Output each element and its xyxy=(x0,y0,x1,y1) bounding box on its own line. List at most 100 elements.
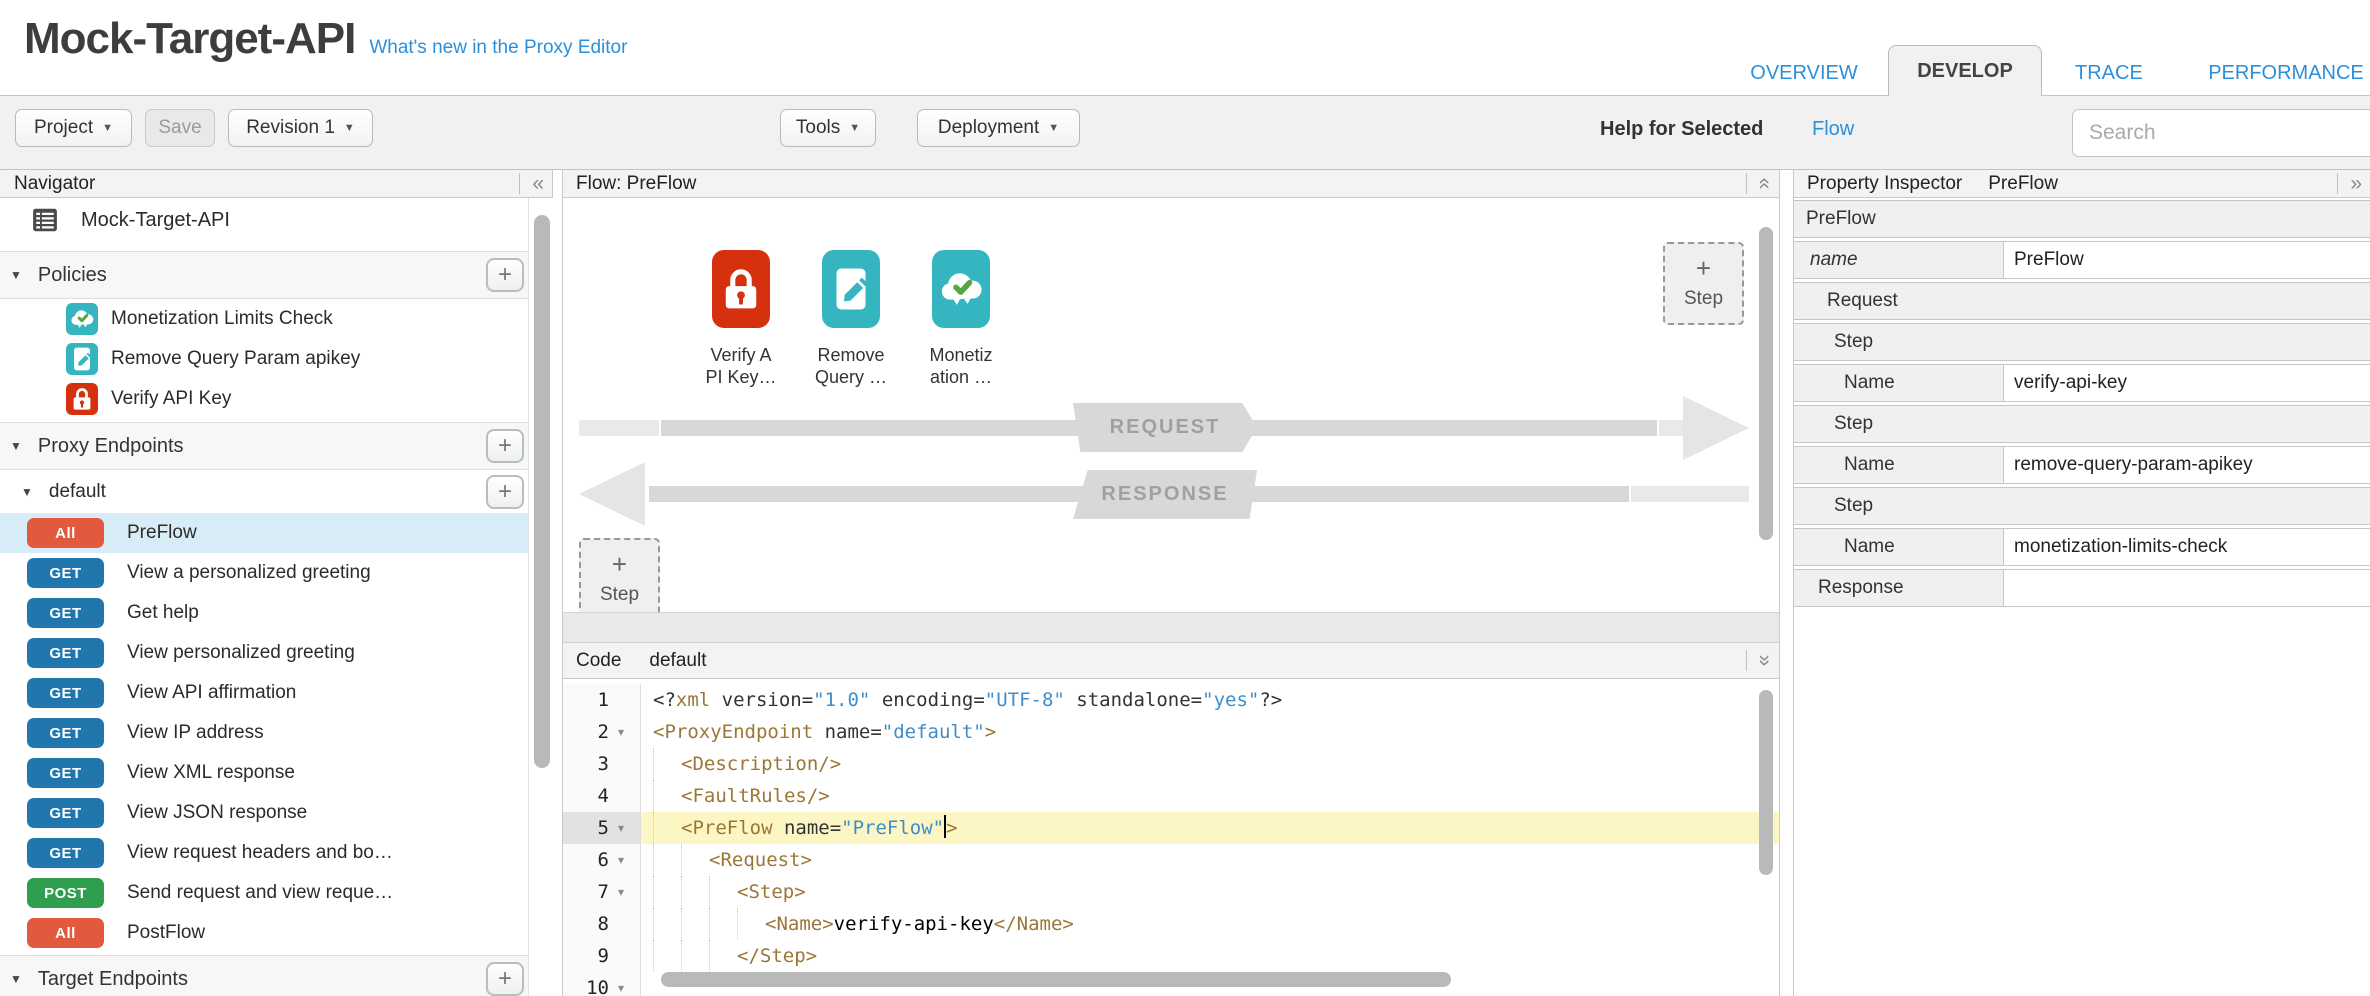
proxy-endpoint-default[interactable]: ▼default+ xyxy=(0,470,528,513)
flow-item[interactable]: GETView personalized greeting xyxy=(0,633,528,673)
fold-arrow-icon[interactable]: ▾ xyxy=(609,876,633,908)
flow-policy-node[interactable]: Verify A PI Key… xyxy=(681,250,801,388)
flow-item[interactable]: GETView API affirmation xyxy=(0,673,528,713)
request-arrow-icon xyxy=(1683,396,1749,460)
section-proxy-endpoints[interactable]: ▼Proxy Endpoints+ xyxy=(0,422,528,470)
inspector-row-name: Nameverify-api-key xyxy=(1794,364,2370,402)
code-token: "default" xyxy=(882,721,985,743)
flow-item[interactable]: GETView XML response xyxy=(0,753,528,793)
add-target-endpoints-button[interactable]: + xyxy=(486,962,524,996)
code-line-3[interactable]: 3<Description/> xyxy=(563,748,1779,780)
flow-item[interactable]: POSTSend request and view reque… xyxy=(0,873,528,913)
flow-policy-node[interactable]: Remove Query … xyxy=(791,250,911,388)
policy-item[interactable]: Remove Query Param apikey xyxy=(0,339,528,379)
flow-canvas-scrollbar-thumb[interactable] xyxy=(1759,227,1773,540)
save-button[interactable]: Save xyxy=(145,109,215,147)
add-step-button-response[interactable]: + Step xyxy=(579,538,660,621)
flow-item[interactable]: GETView JSON response xyxy=(0,793,528,833)
fold-arrow-icon[interactable]: ▾ xyxy=(609,844,633,876)
policy-item[interactable]: Verify API Key xyxy=(0,379,528,419)
divider xyxy=(2337,173,2338,194)
navigator-scrollbar-track[interactable] xyxy=(528,198,553,996)
flow-item[interactable]: GETView request headers and bo… xyxy=(0,833,528,873)
code-line-9[interactable]: 9</Step> xyxy=(563,940,1779,972)
inspector-value-field[interactable]: remove-query-param-apikey xyxy=(2003,447,2370,483)
collapse-down-icon[interactable]: » xyxy=(1755,651,1776,671)
proxy-document-icon xyxy=(29,205,61,235)
deployment-menu-button[interactable]: Deployment ▼ xyxy=(917,109,1080,147)
flow-policy-node[interactable]: Monetiz ation … xyxy=(901,250,1021,388)
caret-down-icon: ▼ xyxy=(344,122,355,134)
flow-item[interactable]: AllPreFlow xyxy=(0,513,528,553)
whats-new-link[interactable]: What's new in the Proxy Editor xyxy=(369,37,627,59)
code-vertical-scrollbar-thumb[interactable] xyxy=(1759,690,1773,875)
collapse-panel-icon[interactable]: « xyxy=(528,173,548,194)
revision-menu-button[interactable]: Revision 1 ▼ xyxy=(228,109,373,147)
flow-item[interactable]: GETGet help xyxy=(0,593,528,633)
navigator-scrollbar-thumb[interactable] xyxy=(534,215,550,768)
line-number: 6 xyxy=(563,844,609,876)
indent-guide xyxy=(709,876,737,908)
tab-trace[interactable]: TRACE xyxy=(2075,53,2141,93)
tree-expanded-icon: ▼ xyxy=(21,485,33,499)
flow-item-label: View IP address xyxy=(127,722,264,744)
request-label: REQUEST xyxy=(1110,416,1221,439)
code-gutter: 2▾ xyxy=(563,716,641,748)
code-line-7[interactable]: 7▾<Step> xyxy=(563,876,1779,908)
inspector-value-field[interactable]: PreFlow xyxy=(2003,242,2370,278)
property-inspector-subtitle: PreFlow xyxy=(1988,173,2058,195)
code-line-content: <Step> xyxy=(641,876,1779,908)
fold-arrow-icon[interactable]: ▾ xyxy=(609,812,633,844)
add-policies-button[interactable]: + xyxy=(486,258,524,292)
code-token: encoding= xyxy=(870,689,984,711)
expand-panel-icon[interactable]: » xyxy=(2346,173,2366,194)
inspector-row-label: Response xyxy=(1794,570,2003,606)
flow-item[interactable]: AllPostFlow xyxy=(0,913,528,953)
policy-item[interactable]: Monetization Limits Check xyxy=(0,299,528,339)
add-flow-button[interactable]: + xyxy=(486,475,524,509)
code-line-2[interactable]: 2▾<ProxyEndpoint name="default"> xyxy=(563,716,1779,748)
code-editor[interactable]: 1<?xml version="1.0" encoding="UTF-8" st… xyxy=(563,679,1779,996)
tools-menu-button[interactable]: Tools ▼ xyxy=(780,109,876,147)
fold-arrow-icon[interactable]: ▾ xyxy=(609,716,633,748)
section-target-endpoints[interactable]: ▼Target Endpoints+ xyxy=(0,955,528,996)
tab-overview[interactable]: OVERVIEW xyxy=(1749,53,1859,93)
flow-item[interactable]: GETView a personalized greeting xyxy=(0,553,528,593)
code-line-5[interactable]: 5▾<PreFlow name="PreFlow"> xyxy=(563,812,1779,844)
code-line-4[interactable]: 4<FaultRules/> xyxy=(563,780,1779,812)
flow-item[interactable]: GETView IP address xyxy=(0,713,528,753)
flow-editor-panel: Flow: PreFlow « Verify A PI Key…Remove Q… xyxy=(562,170,1780,996)
search-input[interactable] xyxy=(2072,109,2370,157)
panel-resize-handle[interactable] xyxy=(563,612,1779,643)
inspector-value-field[interactable]: monetization-limits-check xyxy=(2003,529,2370,565)
code-line-8[interactable]: 8<Name>verify-api-key</Name> xyxy=(563,908,1779,940)
project-menu-button[interactable]: Project ▼ xyxy=(15,109,132,147)
add-step-label: Step xyxy=(1684,288,1723,310)
collapse-up-icon[interactable]: « xyxy=(1755,174,1776,194)
code-line-1[interactable]: 1<?xml version="1.0" encoding="UTF-8" st… xyxy=(563,684,1779,716)
code-gutter: 9 xyxy=(563,940,641,972)
inspector-value-field[interactable]: verify-api-key xyxy=(2003,365,2370,401)
fold-arrow-icon[interactable]: ▾ xyxy=(609,972,633,996)
add-proxy-endpoints-button[interactable]: + xyxy=(486,429,524,463)
method-badge: POST xyxy=(27,878,104,908)
inspector-row-label: Step xyxy=(1794,488,2370,524)
navigator-item-proxy-root[interactable]: Mock-Target-API xyxy=(0,198,528,242)
page-title: Mock-Target-API xyxy=(24,14,355,64)
tab-develop[interactable]: DEVELOP xyxy=(1888,45,2042,96)
method-badge: GET xyxy=(27,638,104,668)
indent-guide xyxy=(681,940,709,972)
code-horizontal-scrollbar-thumb[interactable] xyxy=(661,972,1451,987)
code-token: "PreFlow" xyxy=(841,817,944,839)
code-line-6[interactable]: 6▾<Request> xyxy=(563,844,1779,876)
code-line-content: <ProxyEndpoint name="default"> xyxy=(641,716,1779,748)
add-step-button-request[interactable]: + Step xyxy=(1663,242,1744,325)
code-token: <FaultRules/> xyxy=(681,785,830,807)
help-flow-link[interactable]: Flow xyxy=(1812,118,1854,141)
inspector-value-field[interactable] xyxy=(2003,570,2370,606)
code-token: <PreFlow xyxy=(681,817,773,839)
tab-performance[interactable]: PERFORMANCE xyxy=(2202,53,2370,93)
indent-guide xyxy=(681,844,709,876)
flow-panel-header: Flow: PreFlow « xyxy=(563,170,1779,198)
section-policies[interactable]: ▼Policies+ xyxy=(0,251,528,299)
